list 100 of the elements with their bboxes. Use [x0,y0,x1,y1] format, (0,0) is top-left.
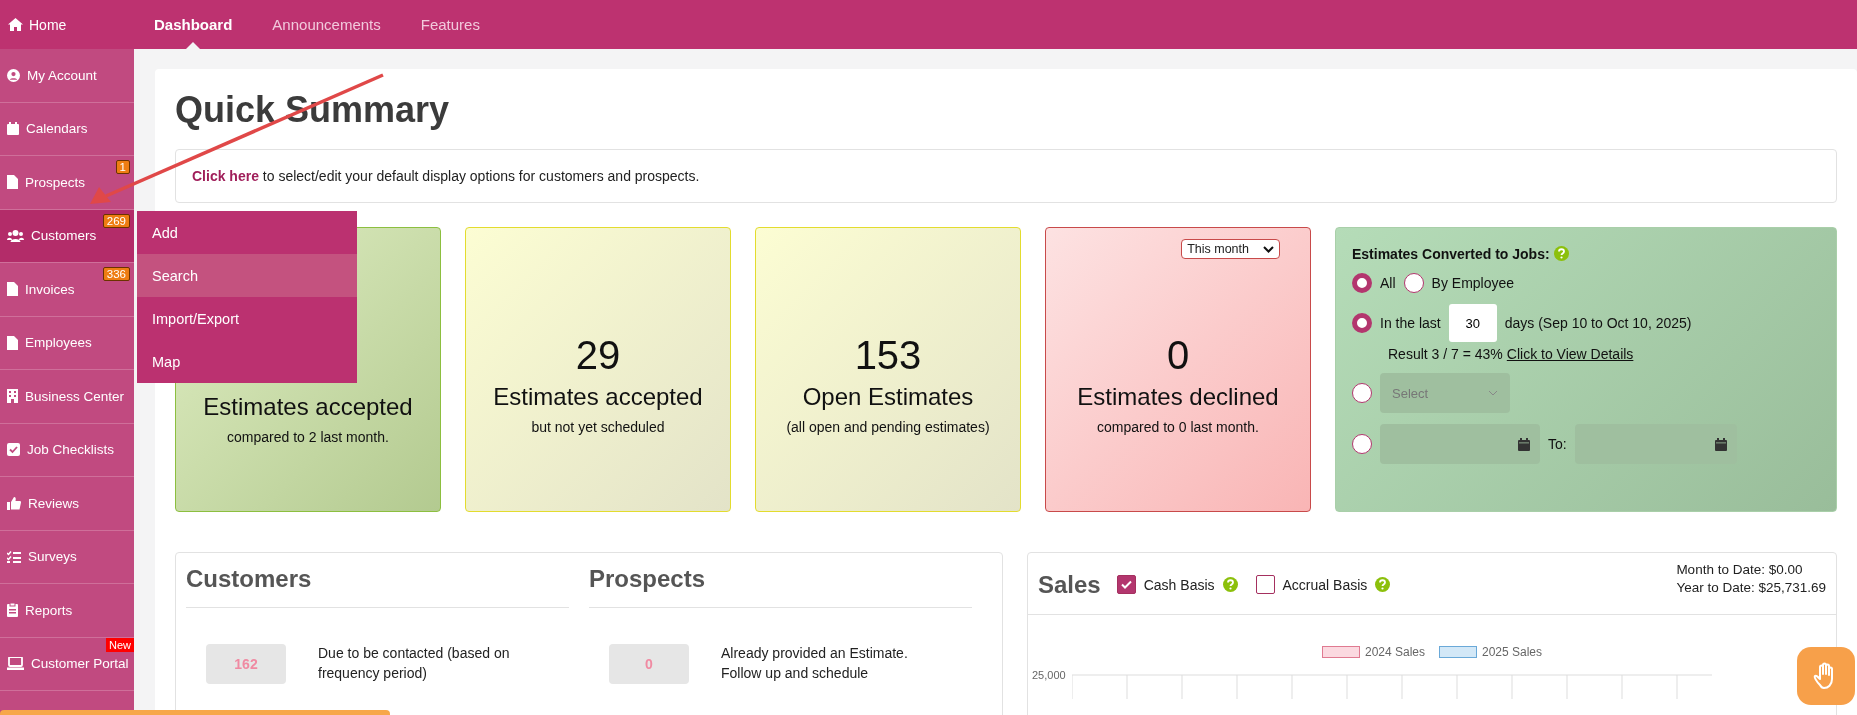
sidebar-item[interactable]: Reviews [0,477,134,531]
check-icon [1120,580,1132,589]
user-icon [7,68,20,82]
count-badge: 1 [115,160,130,174]
calendar-icon [1518,437,1530,451]
help-icon [1222,577,1238,592]
home-link[interactable]: Home [0,16,134,33]
home-icon [8,18,23,31]
stat-number: 153 [854,332,922,377]
laptop-icon [7,657,24,671]
result-text: Result 3 / 7 = 43% [1388,346,1503,362]
radio-label: In the last [1380,315,1441,331]
count-badge: 162 [206,644,286,684]
item-text: Due to be contacted (based on frequency period) [318,644,511,683]
sidebar-label: Reports [25,602,73,618]
item-text: Already provided an Estimate. Follow up and schedule [721,644,909,683]
menu-item[interactable]: Add [137,211,357,254]
document-icon [7,282,18,297]
sidebar-item[interactable]: Employees [0,316,134,370]
date-range-text: days (Sep 10 to Oct 10, 2025) [1504,315,1692,331]
document-icon [7,175,18,190]
stat-title: Estimates accepted [493,382,703,411]
notice-text: Click here to select/edit your default display options for customers and prospects. [175,149,1837,203]
sidebar-item[interactable]: Business Center [0,370,134,424]
stat-number: 0 [1166,332,1190,377]
sidebar-label: Customers [31,228,97,244]
total-text: Month to Date: $0.00 [1676,561,1804,579]
stat-note: compared to 0 last month. [1097,418,1259,435]
radio-button[interactable] [1352,313,1372,333]
thumbs-up-icon [7,496,21,510]
count-badge: 269 [102,213,130,228]
sidebar-label: Customer Portal [31,656,129,672]
checkbox-icon [7,443,20,457]
axis-tick-label: 25,000 [1032,669,1066,681]
sidebar-label: Surveys [28,549,77,565]
stat-note: (all open and pending estimates) [786,418,990,435]
calendar-icon [1714,437,1727,451]
panel-title: Estimates Converted to Jobs: [1352,246,1550,262]
chevron-icon [1263,245,1274,253]
nav-tab[interactable]: Announcements [272,0,381,49]
checkbox[interactable] [1116,575,1136,594]
document-icon [7,335,18,350]
radio-button[interactable] [1352,273,1372,293]
sidebar-label: My Account [27,67,97,83]
view-details-link[interactable]: Click to View Details [1506,346,1634,362]
checkbox-label: Accrual Basis [1282,576,1368,593]
count-badge: 336 [102,267,130,281]
sidebar-item[interactable]: Job Checklists [0,423,134,477]
legend-label: 2025 Sales [1482,645,1543,659]
click-here-link[interactable]: Click here [192,168,259,184]
help-icon [1375,577,1391,592]
building-icon [7,389,18,404]
sidebar-label: Invoices [25,281,75,297]
menu-item[interactable]: Search [137,254,357,297]
sidebar-label: Job Checklists [27,442,115,458]
date-field[interactable] [1380,424,1540,464]
sidebar-item[interactable]: Surveys [0,530,134,584]
radio-label: By Employee [1431,275,1515,291]
section-title: Prospects [589,553,972,608]
chevron-icon [1488,390,1498,396]
menu-item[interactable]: Import/Export [137,297,357,340]
radio-button[interactable] [1352,434,1372,454]
to-label: To: [1548,436,1567,452]
sidebar-item[interactable]: My Account [0,49,134,103]
stat-title: Open Estimates [802,382,974,411]
sidebar-item[interactable]: 336 Invoices [0,263,134,317]
help-icon [1553,246,1569,261]
stat-note: but not yet scheduled [531,418,665,435]
days-field[interactable]: 30 [1448,304,1497,342]
sidebar-item[interactable]: 269 Customers [0,209,134,263]
stat-title: Estimates accepted [203,392,413,421]
users-icon [7,229,24,242]
sidebar-label: Employees [25,335,92,351]
sidebar-label: Calendars [26,121,88,137]
sidebar-item[interactable]: Calendars [0,102,134,156]
radio-label: All [1380,275,1396,291]
sidebar-label: Business Center [25,388,125,404]
total-text: Year to Date: $25,731.69 [1676,579,1826,598]
checklist-icon [7,550,21,563]
count-badge: 0 [609,644,689,684]
date-field[interactable] [1574,424,1737,464]
menu-item[interactable]: Map [137,340,357,383]
sidebar-item[interactable]: Reports [0,584,134,638]
radio-button[interactable] [1403,273,1424,293]
stat-title: Estimates declined [1077,382,1279,411]
section-title: Customers [186,553,569,608]
sidebar-label: Prospects [25,174,86,190]
stat-note: compared to 2 last month. [227,428,389,445]
sidebar-item[interactable]: New Customer Portal [0,637,134,691]
calendar-icon [7,122,19,136]
stat-number: 29 [575,332,621,377]
checkbox[interactable] [1255,575,1275,594]
clipboard-icon [7,603,18,618]
nav-tab[interactable]: Dashboard [154,0,233,49]
checkbox-label: Cash Basis [1143,576,1215,593]
period-select[interactable]: This month [1181,239,1280,259]
section-title: Sales [1038,570,1101,599]
radio-button[interactable] [1352,383,1372,403]
legend-label: 2024 Sales [1364,645,1425,659]
nav-tab[interactable]: Features [420,0,480,49]
